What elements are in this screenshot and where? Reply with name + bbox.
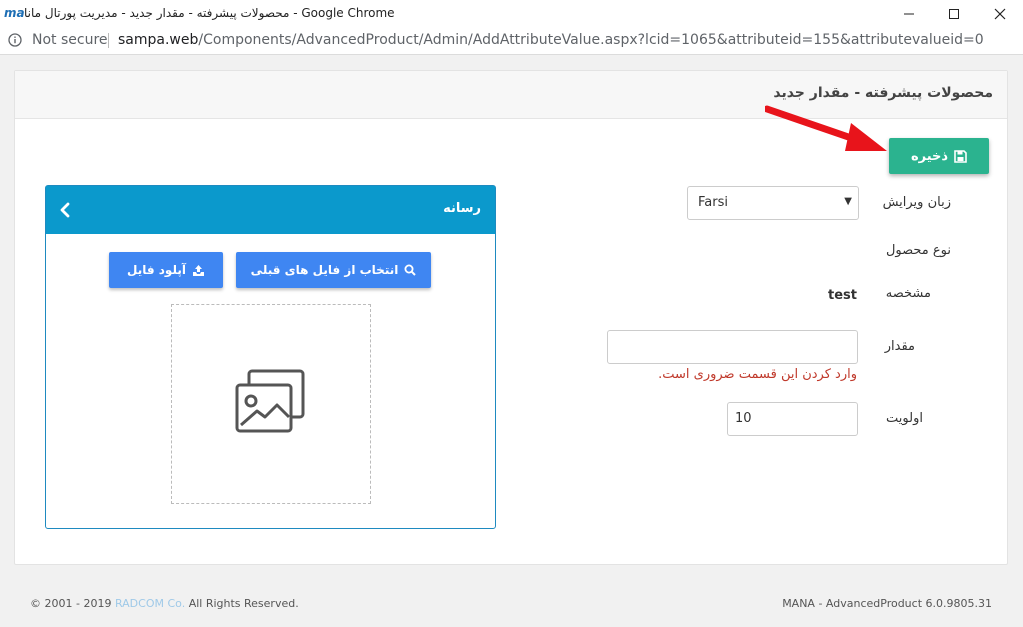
info-icon[interactable] xyxy=(8,33,22,47)
save-button[interactable]: ذخیره xyxy=(889,138,989,174)
chevron-left-icon[interactable] xyxy=(58,202,72,218)
url-path: /Components/AdvancedProduct/Admin/AddAtt… xyxy=(198,32,984,48)
save-label: ذخیره xyxy=(910,148,949,164)
minimize-button[interactable] xyxy=(886,0,932,27)
value-input[interactable] xyxy=(607,330,858,364)
red-arrow-annotation xyxy=(765,105,887,151)
address-divider xyxy=(108,33,109,48)
value-label: مقدار xyxy=(884,339,915,354)
language-label: زبان ویرایش xyxy=(882,195,951,210)
minimize-icon xyxy=(904,13,914,14)
media-title: رسانه xyxy=(443,201,481,216)
priority-value: 10 xyxy=(735,411,752,426)
floppy-disk-icon xyxy=(954,149,967,163)
product-type-label: نوع محصول xyxy=(885,243,951,258)
media-panel: رسانه انتخاب از فایل های قبلی آپلود فایل xyxy=(45,185,496,529)
upload-icon xyxy=(192,264,204,276)
main-card: محصولات پیشرفته - مقدار جدید ذخیره زبان … xyxy=(14,70,1008,565)
choose-previous-files-button[interactable]: انتخاب از فایل های قبلی xyxy=(236,252,431,288)
image-dropzone[interactable] xyxy=(171,304,371,504)
maximize-icon xyxy=(949,8,959,19)
attribute-value: test xyxy=(828,288,857,303)
priority-label: اولویت xyxy=(886,411,923,426)
media-header: رسانه xyxy=(46,186,495,234)
security-label[interactable]: Not secure xyxy=(32,32,108,48)
window-titlebar: ma محصولات پیشرفته - مقدار جدید - مدیریت… xyxy=(0,0,1023,27)
url-host: sampa.web xyxy=(118,32,199,48)
page-title: محصولات پیشرفته - مقدار جدید xyxy=(773,85,993,101)
rights-text: All Rights Reserved. xyxy=(188,597,299,610)
caret-down-icon: ▼ xyxy=(844,196,852,207)
company-link[interactable]: RADCOM Co. xyxy=(115,597,185,610)
language-value: Farsi xyxy=(698,195,728,210)
close-icon xyxy=(994,8,1006,19)
upload-file-label: آپلود فایل xyxy=(127,263,186,277)
language-select[interactable]: Farsi ▼ xyxy=(687,186,859,220)
address-bar[interactable]: Not secure sampa.web/Components/Advanced… xyxy=(0,27,1023,55)
attribute-label: مشخصه xyxy=(885,286,931,301)
window-title: محصولات پیشرفته - مقدار جدید - مدیریت پو… xyxy=(24,6,395,20)
close-button[interactable] xyxy=(977,0,1023,27)
url-text[interactable]: sampa.web/Components/AdvancedProduct/Adm… xyxy=(118,32,984,48)
maximize-button[interactable] xyxy=(931,0,977,27)
choose-previous-files-label: انتخاب از فایل های قبلی xyxy=(250,263,399,277)
upload-file-button[interactable]: آپلود فایل xyxy=(109,252,223,288)
copyright-text: © 2001 - 2019 RADCOM Co. All Rights Rese… xyxy=(30,597,299,610)
required-error-message: وارد کردن این قسمت ضروری است. xyxy=(658,367,857,382)
copyright-years: © 2001 - 2019 xyxy=(30,597,112,610)
image-gallery-icon xyxy=(235,369,305,433)
version-text: MANA - AdvancedProduct 6.0.9805.31 xyxy=(782,597,992,610)
search-icon xyxy=(404,264,417,276)
priority-input[interactable]: 10 xyxy=(727,402,858,436)
app-logo: ma xyxy=(4,6,25,20)
